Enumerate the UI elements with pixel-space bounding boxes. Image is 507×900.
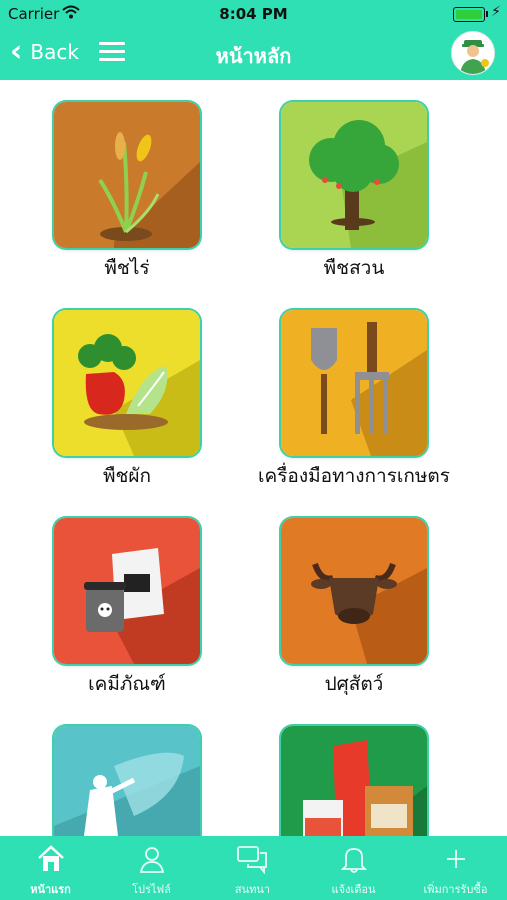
category-grid: พืชไร่ พืชสวน พืชผัก เครื่องมือทางการเกษ… (0, 80, 507, 836)
battery-icon (453, 7, 485, 22)
bell-icon (303, 844, 404, 876)
orchard-tile[interactable] (281, 102, 427, 248)
status-bar: Carrier 8:04 PM ⚡ (0, 0, 507, 28)
field-crops-tile[interactable] (54, 102, 200, 248)
cow-head-icon (281, 518, 427, 664)
vegetables-tile[interactable] (54, 310, 200, 456)
farm-tools-tile[interactable] (281, 310, 427, 456)
livestock-tile[interactable] (281, 518, 427, 664)
vegetables-icon (54, 310, 200, 456)
tab-label: หน้าแรก (30, 883, 71, 896)
product-boxes-icon (281, 726, 427, 836)
tab-label: โปรไฟล์ (132, 883, 171, 896)
tab-label: เพิ่มการรับซื้อ (423, 883, 488, 896)
top-bar: Carrier 8:04 PM ⚡ ‹ Back หน้าหลัก (0, 0, 507, 80)
category-label: เครื่องมือทางการเกษตร (258, 465, 450, 487)
rice-plant-icon (54, 102, 200, 248)
tab-notifications[interactable]: แจ้งเตือน (303, 836, 404, 900)
chemical-bottle-icon (54, 518, 200, 664)
tab-label: สนทนา (234, 883, 271, 896)
fishery-tile[interactable] (54, 726, 200, 836)
tree-icon (281, 102, 427, 248)
plus-icon (404, 844, 507, 876)
category-label: พืชสวน (323, 257, 385, 279)
tab-label: แจ้งเตือน (331, 883, 376, 896)
shovel-fork-icon (281, 310, 427, 456)
category-label: ปศุสัตว์ (324, 673, 384, 695)
home-icon (0, 844, 101, 876)
products-tile[interactable] (281, 726, 427, 836)
charging-icon: ⚡ (491, 4, 501, 20)
chat-icon (202, 844, 303, 876)
avatar[interactable] (451, 31, 495, 75)
chemicals-tile[interactable] (54, 518, 200, 664)
fisherman-icon (54, 726, 200, 836)
category-label: เคมีภัณฑ์ (88, 673, 166, 695)
category-label: พืชไร่ (104, 257, 150, 279)
tab-home[interactable]: หน้าแรก (0, 836, 101, 900)
category-label: พืชผัก (102, 465, 152, 487)
bottom-tab-bar: หน้าแรก โปรไฟล์ สนทนา แจ้งเตือน เพิ่มการ… (0, 836, 507, 900)
page-title: หน้าหลัก (215, 44, 292, 68)
profile-icon (101, 844, 202, 876)
tab-profile[interactable]: โปรไฟล์ (101, 836, 202, 900)
status-time: 8:04 PM (219, 5, 288, 23)
tab-add-purchase[interactable]: เพิ่มการรับซื้อ (404, 836, 507, 900)
tab-chat[interactable]: สนทนา (202, 836, 303, 900)
